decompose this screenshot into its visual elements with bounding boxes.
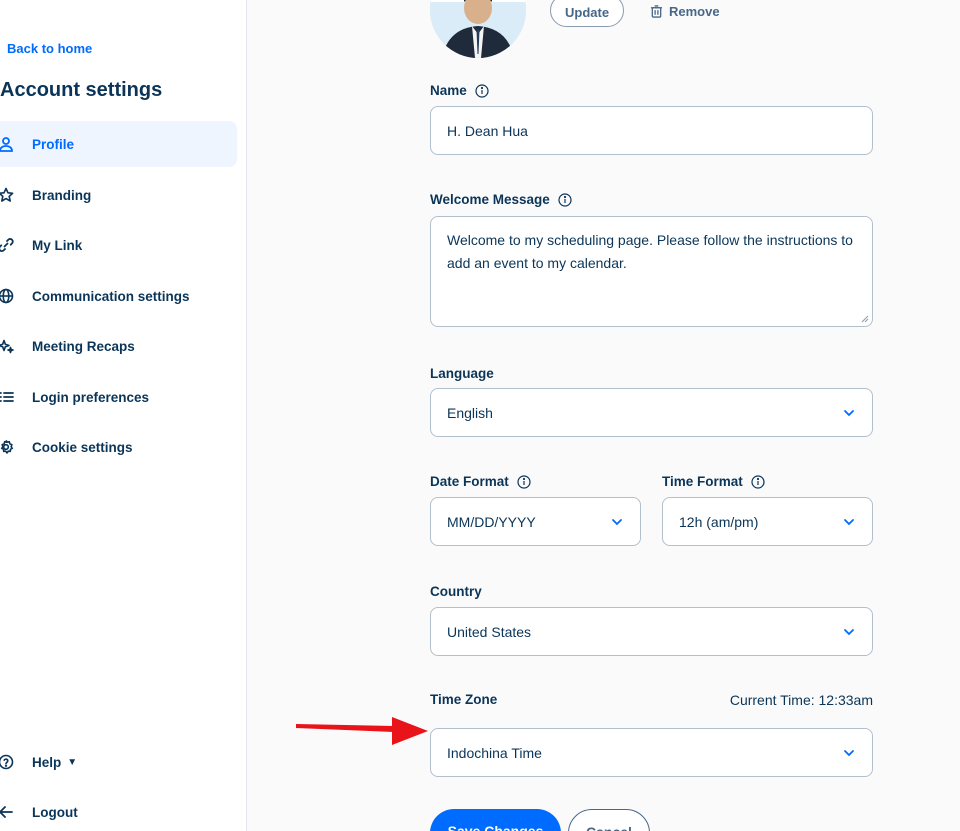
time-zone-select[interactable]: Indochina Time xyxy=(430,728,873,777)
time-format-value: 12h (am/pm) xyxy=(679,513,759,530)
chevron-down-icon xyxy=(844,518,854,525)
link-icon xyxy=(0,237,14,253)
annotation-arrow-icon xyxy=(296,717,428,745)
sidebar-item-label: My Link xyxy=(32,237,83,253)
star-icon xyxy=(0,187,14,203)
name-label: Name xyxy=(430,83,489,98)
country-value: United States xyxy=(447,623,532,640)
list-icon xyxy=(0,389,14,405)
info-icon[interactable] xyxy=(517,474,531,489)
sidebar: Back to home Account settings Profile Br… xyxy=(0,0,247,831)
sidebar-title: Account settings xyxy=(0,79,163,101)
update-photo-button[interactable]: Update xyxy=(550,0,625,27)
user-icon xyxy=(0,136,14,152)
time-zone-label-text: Time Zone xyxy=(430,692,498,707)
chevron-down-icon xyxy=(844,749,854,756)
gear-icon xyxy=(0,439,14,455)
globe-icon xyxy=(0,288,14,304)
trash-icon xyxy=(650,5,663,18)
welcome-message-text: Welcome to my scheduling page. Please fo… xyxy=(447,232,853,271)
name-label-text: Name xyxy=(430,83,467,98)
sidebar-item-label: Branding xyxy=(32,187,92,203)
cancel-button[interactable]: Cancel xyxy=(568,809,650,831)
welcome-message-label-text: Welcome Message xyxy=(430,192,550,207)
welcome-message-label: Welcome Message xyxy=(430,192,572,207)
avatar[interactable] xyxy=(430,0,526,58)
help-label: Help xyxy=(32,754,62,770)
sidebar-item-meeting-recaps[interactable]: Meeting Recaps xyxy=(0,323,237,369)
sidebar-item-label: Profile xyxy=(32,136,75,152)
chevron-down-icon xyxy=(612,518,622,525)
time-format-label: Time Format xyxy=(662,474,765,489)
help-menu[interactable]: Help ▼ xyxy=(0,750,77,774)
country-label: Country xyxy=(430,584,482,599)
date-format-select[interactable]: MM/DD/YYYY xyxy=(430,497,641,546)
language-value: English xyxy=(447,404,493,421)
logout-label: Logout xyxy=(32,804,78,820)
sidebar-item-communication-settings[interactable]: Communication settings xyxy=(0,273,237,319)
sidebar-item-label: Cookie settings xyxy=(32,439,133,455)
time-format-label-text: Time Format xyxy=(662,474,743,489)
language-label: Language xyxy=(430,366,494,381)
sidebar-item-profile[interactable]: Profile xyxy=(0,121,237,167)
date-format-label: Date Format xyxy=(430,474,531,489)
sidebar-item-my-link[interactable]: My Link xyxy=(0,222,237,268)
sidebar-item-login-preferences[interactable]: Login preferences xyxy=(0,374,237,420)
time-zone-value: Indochina Time xyxy=(447,744,542,761)
arrow-left-icon xyxy=(0,804,14,820)
remove-photo-button[interactable]: Remove xyxy=(650,4,720,19)
remove-label: Remove xyxy=(669,4,720,19)
welcome-message-textarea[interactable]: Welcome to my scheduling page. Please fo… xyxy=(430,216,873,327)
current-time: Current Time: 12:33am xyxy=(729,692,873,708)
chevron-down-icon xyxy=(844,628,854,635)
logout-button[interactable]: Logout xyxy=(0,800,78,824)
chevron-down-icon xyxy=(844,409,854,416)
language-label-text: Language xyxy=(430,366,494,381)
sidebar-item-label: Communication settings xyxy=(32,288,190,304)
time-format-select[interactable]: 12h (am/pm) xyxy=(662,497,873,546)
info-icon[interactable] xyxy=(475,83,489,98)
country-select[interactable]: United States xyxy=(430,607,873,656)
time-zone-label: Time Zone xyxy=(430,692,497,707)
sidebar-item-cookie-settings[interactable]: Cookie settings xyxy=(0,424,237,470)
sidebar-item-label: Meeting Recaps xyxy=(32,338,135,354)
sparkle-icon xyxy=(0,338,14,354)
sidebar-item-branding[interactable]: Branding xyxy=(0,172,237,218)
info-icon[interactable] xyxy=(751,474,765,489)
info-icon[interactable] xyxy=(558,192,572,207)
date-format-value: MM/DD/YYYY xyxy=(447,513,536,530)
caret-down-icon: ▼ xyxy=(67,756,78,768)
help-circle-icon xyxy=(0,754,14,770)
profile-form: Update Remove Name H. Dean Hua Welcome M… xyxy=(247,0,960,831)
sidebar-item-label: Login preferences xyxy=(32,389,150,405)
language-select[interactable]: English xyxy=(430,388,873,437)
country-label-text: Country xyxy=(430,584,482,599)
back-to-home-link[interactable]: Back to home xyxy=(7,41,92,56)
date-format-label-text: Date Format xyxy=(430,474,509,489)
resize-grip-icon[interactable] xyxy=(861,315,869,323)
save-changes-button[interactable]: Save Changes xyxy=(430,809,561,831)
name-input[interactable]: H. Dean Hua xyxy=(430,106,873,155)
